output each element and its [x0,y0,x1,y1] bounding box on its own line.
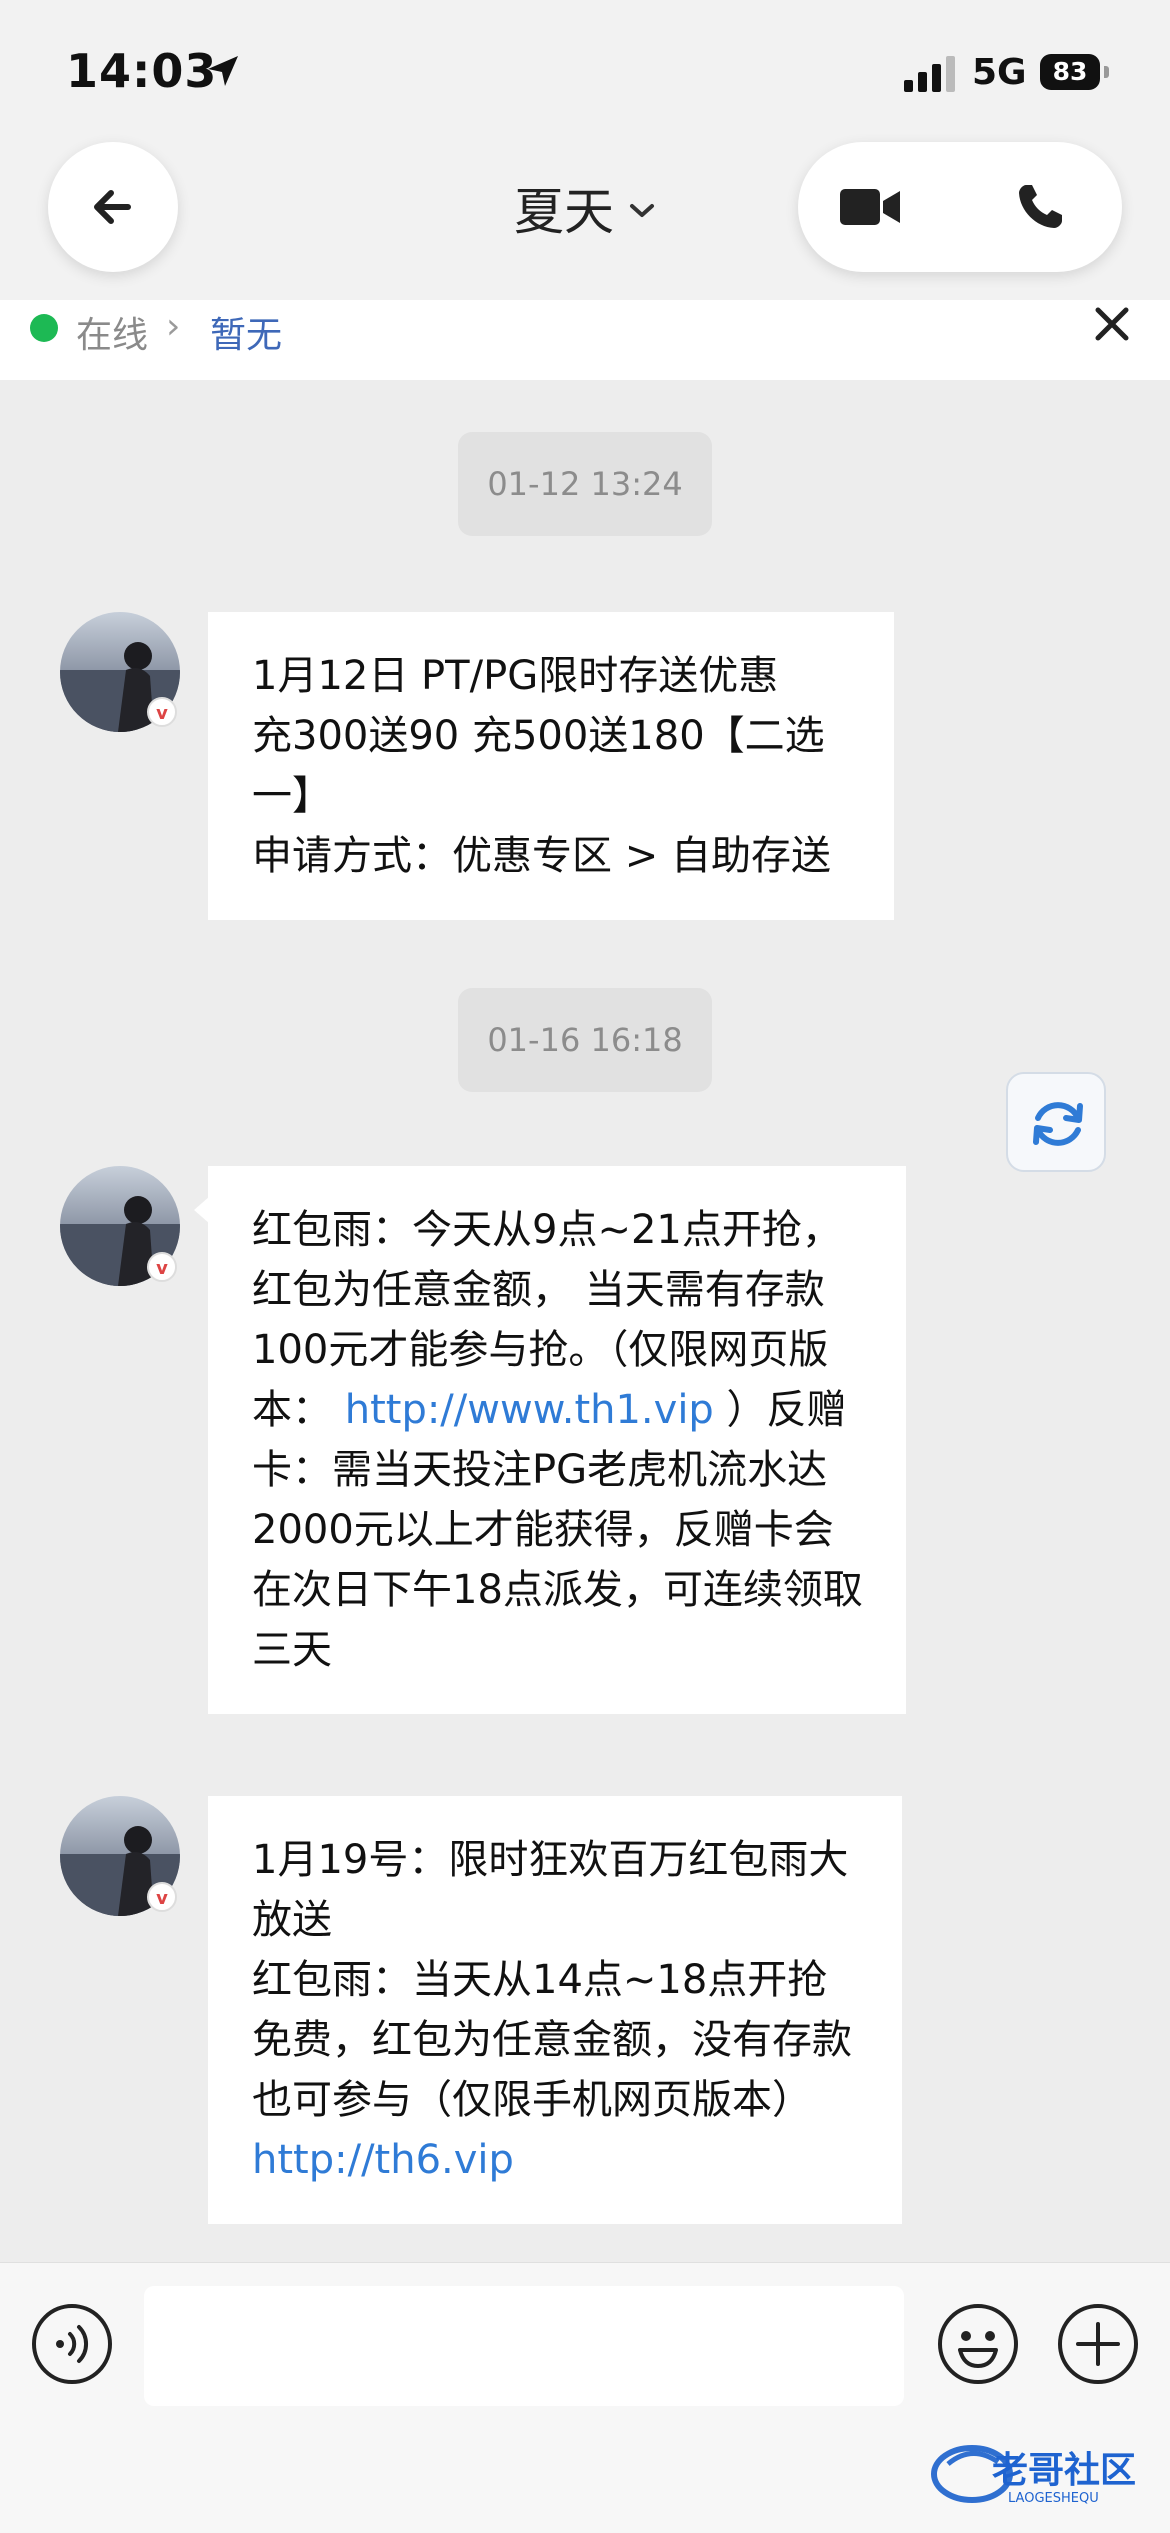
video-call-button[interactable] [828,167,938,247]
message-line: 申请方式：优惠专区 > 自助存送 [252,833,831,879]
online-indicator [30,314,58,342]
plus-icon [1058,2304,1138,2384]
verified-badge: v [147,1882,177,1912]
message-input[interactable] [144,2286,904,2406]
verified-badge: v [147,1252,177,1282]
close-online-bar-button[interactable] [1090,302,1134,352]
message-link[interactable]: http://www.th1.vip [345,1387,714,1433]
online-separator: › [166,306,181,347]
svg-text:老哥社区: 老哥社区 [992,2450,1136,2491]
add-attachment-button[interactable] [1056,2302,1140,2386]
close-icon [1095,307,1129,341]
contact-name: 夏天 [514,183,614,241]
contact-title[interactable]: 夏天 [400,168,770,248]
message-bubble: 1月12日 PT/PG限时存送优惠 充300送90 充500送180【二选一】 … [208,612,894,920]
emoji-button[interactable] [936,2302,1020,2386]
call-actions [798,142,1122,272]
chevron-down-icon [630,204,654,217]
message-line: 1月19号：限时狂欢百万红包雨大放送 [252,1837,849,1943]
emoji-icon [938,2304,1018,2384]
refresh-button[interactable] [1006,1072,1106,1172]
voice-icon [32,2304,112,2384]
battery-level: 83 [1052,57,1088,86]
message-link[interactable]: http://th6.vip [252,2130,862,2190]
message-bubble: 1月19号：限时狂欢百万红包雨大放送 红包雨：当天从14点~18点开抢免费，红包… [208,1796,902,2224]
voice-call-button[interactable] [988,167,1098,247]
svg-text:LAOGESHEQU: LAOGESHEQU [1008,2491,1099,2506]
back-arrow-icon [94,190,131,224]
network-type: 5G [972,52,1027,93]
back-button[interactable] [48,142,178,272]
online-status-text: 在线 [76,315,149,356]
location-arrow-icon [204,52,242,94]
message-line: 充300送90 充500送180【二选一】 [252,713,825,819]
timestamp: 01-12 13:24 [458,432,712,536]
status-time: 14:03 [66,44,218,98]
verified-badge: v [147,697,177,727]
video-camera-icon [840,189,900,225]
phone-icon [1019,185,1062,228]
message-line: 红包雨：当天从14点~18点开抢免费，红包为任意金额，没有存款也可参与（仅限手机… [252,1957,852,2123]
voice-input-button[interactable] [30,2302,114,2386]
online-link[interactable]: 暂无 [210,306,282,358]
cellular-signal-icon [904,56,958,96]
timestamp: 01-16 16:18 [458,988,712,1092]
message-line: 1月12日 PT/PG限时存送优惠 [252,653,779,699]
message-bubble: 红包雨：今天从9点~21点开抢，红包为任意金额， 当天需有存款100元才能参与抢… [208,1166,906,1714]
refresh-icon [1033,1102,1083,1146]
watermark-logo: 老哥社区 LAOGESHEQU [928,2434,1160,2514]
